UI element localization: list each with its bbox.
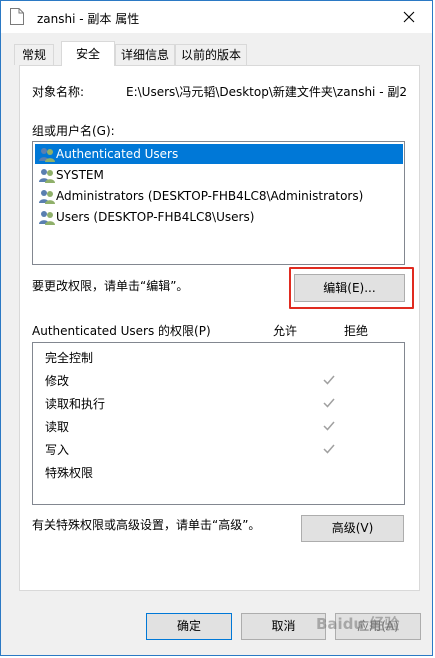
user-name: Users (DESKTOP-FHB4LC8\Users) <box>56 210 255 224</box>
tab-general[interactable]: 常规 <box>14 44 54 65</box>
properties-window: zanshi - 副本 属性 常规 安全 详细信息 以前的版本 对象名称: E:… <box>0 0 433 656</box>
tab-previous-versions-label: 以前的版本 <box>180 48 241 62</box>
object-name-value: E:\Users\冯元韬\Desktop\新建文件夹\zanshi - 副2 <box>126 85 406 99</box>
advanced-button[interactable]: 高级(V) <box>301 515 404 542</box>
close-icon <box>403 11 415 23</box>
tab-security[interactable]: 安全 <box>61 41 115 66</box>
ok-button[interactable]: 确定 <box>146 613 232 640</box>
tab-general-label: 常规 <box>21 48 46 62</box>
permission-name: 完全控制 <box>45 351 94 365</box>
users-group-icon <box>39 190 55 204</box>
permission-name: 读取和执行 <box>45 397 106 411</box>
permission-row: 写入 <box>45 439 385 461</box>
cancel-button[interactable]: 取消 <box>241 613 326 640</box>
change-permissions-hint: 要更改权限，请单击“编辑”。 <box>32 279 189 293</box>
permission-name: 特殊权限 <box>45 466 94 480</box>
tab-details-label: 详细信息 <box>120 48 169 62</box>
watermark-text: Baidu 经验 <box>316 615 400 633</box>
users-group-icon <box>39 169 55 183</box>
window-title: zanshi - 副本 属性 <box>37 12 140 26</box>
tab-details[interactable]: 详细信息 <box>115 44 175 65</box>
permission-name: 修改 <box>45 374 70 388</box>
check-icon <box>323 375 335 385</box>
tab-security-label: 安全 <box>75 47 100 61</box>
user-name: SYSTEM <box>56 168 104 182</box>
permission-row: 读取和执行 <box>45 393 385 415</box>
users-group-icon <box>39 148 55 162</box>
tab-previous-versions[interactable]: 以前的版本 <box>175 44 247 65</box>
check-icon <box>323 421 335 431</box>
permission-row: 读取 <box>45 416 385 438</box>
advanced-button-label: 高级(V) <box>331 521 374 535</box>
permission-row: 修改 <box>45 370 385 392</box>
permissions-list[interactable]: 完全控制 修改 读取和执行 读取 写入 特殊权限 <box>32 342 405 505</box>
deny-header: 拒绝 <box>344 324 369 338</box>
ok-button-label: 确定 <box>176 619 201 633</box>
check-icon <box>323 444 335 454</box>
permission-name: 写入 <box>45 443 70 457</box>
cancel-button-label: 取消 <box>271 619 296 633</box>
advanced-hint: 有关特殊权限或高级设置，请单击“高级”。 <box>32 518 261 532</box>
permission-row: 完全控制 <box>45 347 93 369</box>
file-icon <box>10 8 24 25</box>
user-name: Authenticated Users <box>56 147 179 161</box>
object-name-label: 对象名称: <box>32 85 85 99</box>
permission-row: 特殊权限 <box>45 462 93 484</box>
edit-button-highlight <box>289 267 414 309</box>
close-button[interactable] <box>386 1 432 33</box>
title-bar[interactable]: zanshi - 副本 属性 <box>1 1 432 33</box>
permission-name: 读取 <box>45 420 70 434</box>
users-group-icon <box>39 211 55 225</box>
group-label: 组或用户名(G): <box>32 124 115 138</box>
permissions-header: Authenticated Users 的权限(P) <box>32 324 211 338</box>
user-name: Administrators (DESKTOP-FHB4LC8\Administ… <box>56 189 364 203</box>
allow-header: 允许 <box>273 324 298 338</box>
user-list[interactable]: Authenticated Users SYSTEM Administrator… <box>32 141 405 265</box>
baidu-watermark: Baidu 经验 <box>316 613 424 643</box>
check-icon <box>323 398 335 408</box>
list-item-authenticated-users[interactable]: Authenticated Users <box>35 144 403 164</box>
